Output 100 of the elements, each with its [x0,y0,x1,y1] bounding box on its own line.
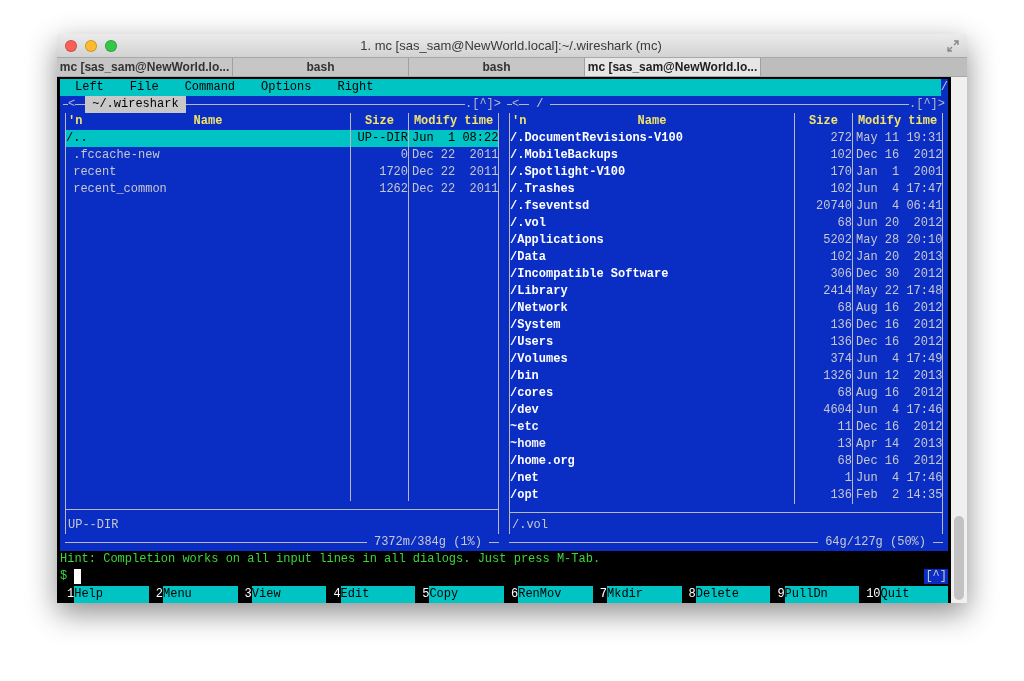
column-header[interactable]: Modify time [852,113,942,130]
modify-time: Aug 16 2012 [852,385,942,402]
file-row[interactable]: recent 1720 Dec 22 2011 [66,164,498,181]
function-key-button[interactable]: View [251,586,327,603]
file-row[interactable]: /.DocumentRevisions-V100 272 May 11 19:31 [510,130,942,147]
function-key-button[interactable]: RenMov [518,586,593,603]
modify-time: Aug 16 2012 [852,300,942,317]
menu-item[interactable]: File [129,79,159,96]
menu-item[interactable]: Command [184,79,236,96]
terminal-tab[interactable]: bash [409,58,585,76]
terminal-tab[interactable]: bash [233,58,409,76]
file-size: 68 [794,215,852,232]
column-header[interactable]: Size [794,113,852,130]
column-header[interactable]: Name [94,113,350,130]
modify-time: Dec 16 2012 [852,147,942,164]
file-row[interactable]: /System 136 Dec 16 2012 [510,317,942,334]
file-row[interactable]: /dev 4604 Jun 4 17:46 [510,402,942,419]
fullscreen-icon[interactable] [947,39,959,52]
window-control-icon[interactable] [85,39,97,52]
file-row[interactable]: recent_common 1262 Dec 22 2011 [66,181,498,198]
window-control-icon[interactable] [105,39,117,52]
modify-time: Jan 20 2013 [852,249,942,266]
history-button[interactable]: < [512,96,520,113]
modify-time: Jun 20 2012 [852,215,942,232]
modify-time: Dec 16 2012 [852,419,942,436]
modify-time: Dec 22 2011 [408,164,498,181]
file-row[interactable]: /.. UP--DIR Jun 1 08:22 [66,130,498,147]
file-name: recent_common [72,181,168,198]
file-name: /.Trashes [510,181,576,198]
menu-item[interactable]: Right [337,79,374,96]
function-key-button[interactable]: Delete [695,586,771,603]
file-row[interactable]: /.MobileBackups 102 Dec 16 2012 [510,147,942,164]
file-row[interactable]: /.fseventsd 20740 Jun 4 06:41 [510,198,942,215]
file-size: 102 [794,147,852,164]
scrollbar-thumb[interactable] [954,516,964,600]
modify-time: Dec 22 2011 [408,181,498,198]
sort-indicator[interactable]: 'n [510,113,538,130]
file-row[interactable]: /Volumes 374 Jun 4 17:49 [510,351,942,368]
menu-item[interactable]: Left [75,79,104,96]
file-name: /dev [510,402,540,419]
file-row[interactable]: /Incompatible Software 306 Dec 30 2012 [510,266,942,283]
history-button[interactable]: < [68,96,76,113]
file-name: /System [510,317,562,334]
function-key-number: 8 [687,586,696,603]
hint-text: Hint: Completion works on all input lines in all dialogs. Just press M-Tab. [60,551,602,568]
panel-controls[interactable]: .[^]> [909,96,945,113]
function-key-button[interactable]: Menu [163,586,238,603]
file-row[interactable]: /Data 102 Jan 20 2013 [510,249,942,266]
file-row[interactable]: /bin 1326 Jun 12 2013 [510,368,942,385]
function-key-number: 6 [510,586,519,603]
terminal-tab[interactable]: mc [sas_sam@NewWorld.lo... [585,58,761,76]
file-row[interactable]: .fccache-new 0 Dec 22 2011 [66,147,498,164]
function-key-button[interactable]: Quit [880,586,948,603]
panel-controls[interactable]: .[^]> [465,96,501,113]
file-row[interactable]: ~etc 11 Dec 16 2012 [510,419,942,436]
file-size: 4604 [794,402,852,419]
function-key-button[interactable]: Mkdir [607,586,682,603]
menu-item[interactable]: Options [261,79,312,96]
file-row[interactable]: /.vol 68 Jun 20 2012 [510,215,942,232]
file-size: 136 [794,487,852,504]
file-row[interactable]: /Library 2414 May 22 17:48 [510,283,942,300]
file-name: /.fseventsd [510,198,591,215]
file-row[interactable]: /Network 68 Aug 16 2012 [510,300,942,317]
function-key-button[interactable]: Edit [340,586,416,603]
file-row[interactable]: /.Spotlight-V100 170 Jan 1 2001 [510,164,942,181]
file-name: /.Spotlight-V100 [510,164,627,181]
file-row[interactable]: /home.org 68 Dec 16 2012 [510,453,942,470]
modify-time: Jun 4 17:46 [852,470,942,487]
file-size: 68 [794,385,852,402]
file-row[interactable]: /.Trashes 102 Jun 4 17:47 [510,181,942,198]
mini-status: UP--DIR [67,517,120,534]
file-size: UP--DIR [350,130,408,147]
modify-time: May 28 20:10 [852,232,942,249]
scrollbar[interactable] [951,77,967,603]
column-header[interactable]: Name [538,113,794,130]
scroll-marker[interactable]: [^] [924,569,948,584]
file-name: /Incompatible Software [510,266,670,283]
file-row[interactable]: /cores 68 Aug 16 2012 [510,385,942,402]
file-row[interactable]: /Users 136 Dec 16 2012 [510,334,942,351]
file-name: /.vol [510,215,547,232]
file-size: 306 [794,266,852,283]
modify-time: May 11 19:31 [852,130,942,147]
window-control-icon[interactable] [65,39,77,52]
file-size: 170 [794,164,852,181]
terminal-tab[interactable]: mc [sas_sam@NewWorld.lo... [57,58,233,76]
file-name: /bin [510,368,540,385]
modify-time: Jun 1 08:22 [408,130,498,147]
file-size: 13 [794,436,852,453]
file-size: 5202 [794,232,852,249]
file-row[interactable]: /opt 136 Feb 2 14:35 [510,487,942,504]
file-size: 1262 [350,181,408,198]
sort-indicator[interactable]: 'n [66,113,94,130]
file-row[interactable]: /Applications 5202 May 28 20:10 [510,232,942,249]
function-key-button[interactable]: Help [74,586,149,603]
file-row[interactable]: /net 1 Jun 4 17:46 [510,470,942,487]
function-key-button[interactable]: Copy [429,586,504,603]
function-key-button[interactable]: PullDn [784,586,860,603]
file-row[interactable]: ~home 13 Apr 14 2013 [510,436,942,453]
modify-time: Jan 1 2001 [852,164,942,181]
free-space: 64g/127g (50%) [824,534,927,551]
